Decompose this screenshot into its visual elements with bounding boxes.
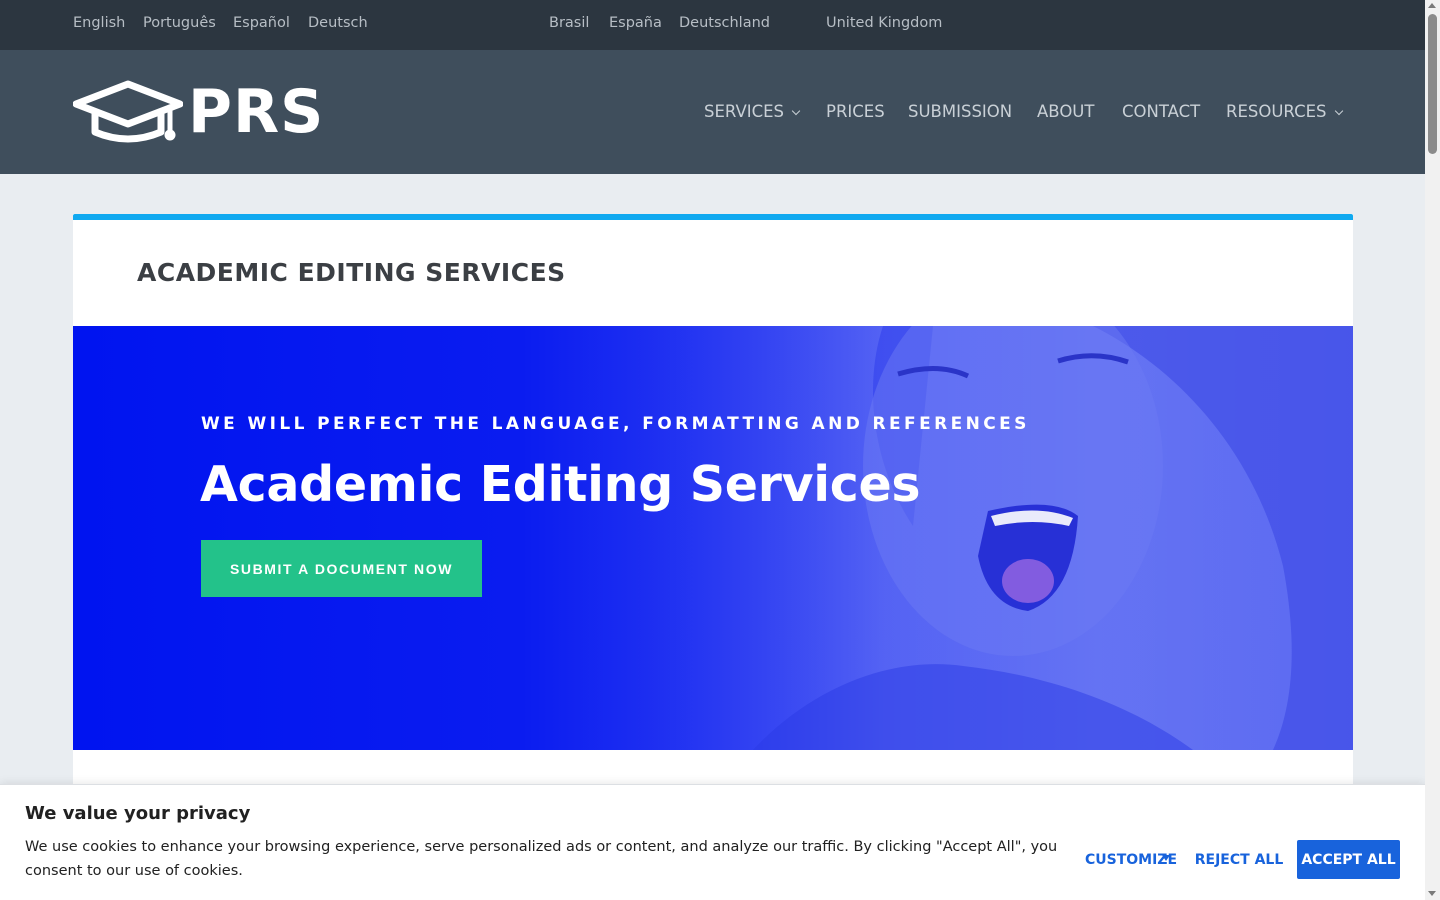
nav-prices-label: PRICES xyxy=(826,102,885,121)
nav-submission-label: SUBMISSION xyxy=(908,102,1013,121)
lang-link-english[interactable]: English xyxy=(73,15,125,31)
scroll-up-arrow-icon[interactable] xyxy=(1428,3,1436,8)
lang-link-espanol[interactable]: Español xyxy=(233,15,290,31)
country-link-deutschland[interactable]: Deutschland xyxy=(679,15,770,31)
country-link-united-kingdom[interactable]: United Kingdom xyxy=(826,15,942,31)
cookie-banner: We value your privacy We use cookies to … xyxy=(0,784,1425,900)
cookie-title: We value your privacy xyxy=(25,803,251,824)
card-accent-bar xyxy=(73,214,1353,220)
lang-link-deutsch[interactable]: Deutsch xyxy=(308,15,368,31)
nav-prices[interactable]: PRICES xyxy=(826,102,885,121)
lang-link-portugues[interactable]: Português xyxy=(143,15,216,31)
nav-contact-label: CONTACT xyxy=(1122,102,1201,121)
nav-submission[interactable]: SUBMISSION xyxy=(908,102,1012,121)
country-link-espana[interactable]: España xyxy=(609,15,662,31)
accept-all-button[interactable]: ACCEPT ALL xyxy=(1297,840,1400,879)
language-bar: English Português Español Deutsch Brasil… xyxy=(0,0,1425,50)
nav-services[interactable]: SERVICES xyxy=(704,102,801,121)
submit-document-button[interactable]: SUBMIT A DOCUMENT NOW xyxy=(201,540,482,597)
chevron-down-icon xyxy=(791,106,801,116)
nav-about-label: ABOUT xyxy=(1037,102,1095,121)
logo-text: PRS xyxy=(188,77,325,147)
graduation-cap-icon xyxy=(73,80,183,143)
nav-resources[interactable]: RESOURCES xyxy=(1226,102,1343,121)
chevron-down-icon xyxy=(1334,106,1343,116)
hero-banner: WE WILL PERFECT THE LANGUAGE, FORMATTING… xyxy=(73,326,1353,750)
nav-contact[interactable]: CONTACT xyxy=(1122,102,1200,121)
nav-resources-label: RESOURCES xyxy=(1226,102,1327,121)
hero-title: Academic Editing Services xyxy=(200,456,921,513)
country-link-brasil[interactable]: Brasil xyxy=(549,15,589,31)
site-header: PRS SERVICES PRICES SUBMISSION ABOUT CON… xyxy=(0,50,1425,174)
page-title: ACADEMIC EDITING SERVICES xyxy=(137,258,566,287)
scroll-down-arrow-icon[interactable] xyxy=(1428,891,1436,896)
hero-photo-image xyxy=(633,326,1353,750)
chevron-down-icon xyxy=(1162,855,1170,861)
cookie-text: We use cookies to enhance your browsing … xyxy=(25,839,1058,879)
scrollbar-thumb[interactable] xyxy=(1428,14,1437,154)
page-scrollbar[interactable] xyxy=(1425,0,1440,900)
nav-services-label: SERVICES xyxy=(704,102,785,121)
hero-subtitle: WE WILL PERFECT THE LANGUAGE, FORMATTING… xyxy=(201,414,1030,434)
nav-about[interactable]: ABOUT xyxy=(1037,102,1094,121)
reject-all-button[interactable]: REJECT ALL xyxy=(1193,840,1285,879)
site-logo[interactable]: PRS xyxy=(73,80,323,144)
